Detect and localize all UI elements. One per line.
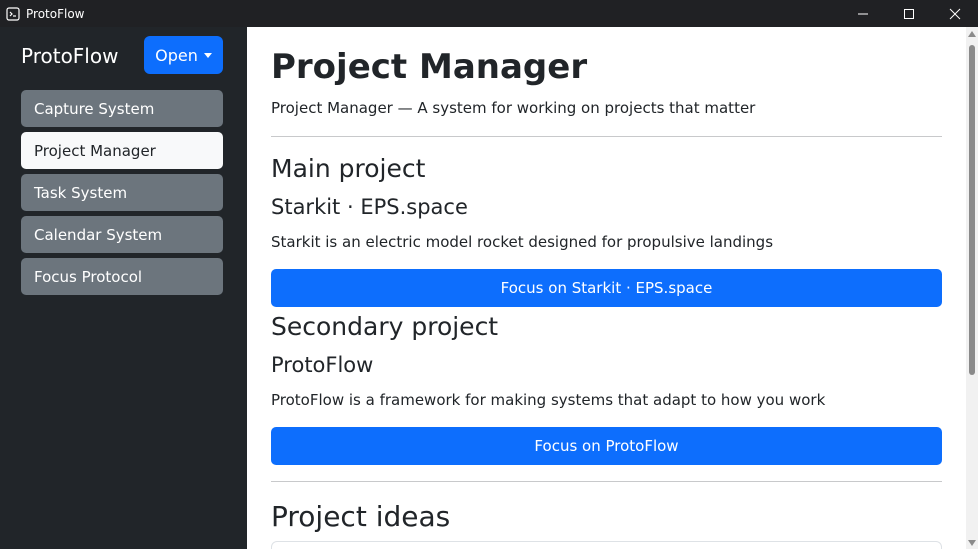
brand-title: ProtoFlow: [21, 44, 119, 68]
focus-secondary-project-label: Focus on ProtoFlow: [534, 437, 679, 455]
project-ideas-card: [271, 541, 942, 549]
sidebar: ProtoFlow Open Capture System Project Ma…: [0, 27, 247, 549]
app-icon: [6, 6, 20, 21]
secondary-project-heading: Secondary project: [271, 312, 499, 341]
scroll-down-icon[interactable]: [968, 540, 976, 546]
scrollbar-thumb[interactable]: [969, 45, 975, 375]
sidebar-item-label: Calendar System: [34, 225, 163, 244]
open-dropdown-button[interactable]: Open: [144, 36, 223, 74]
window-controls: [840, 0, 978, 27]
main-project-name: Starkit · EPS.space: [271, 195, 468, 219]
page-title: Project Manager: [271, 47, 588, 87]
sidebar-item-project-manager[interactable]: Project Manager: [21, 132, 223, 169]
sidebar-item-focus-protocol[interactable]: Focus Protocol: [21, 258, 223, 295]
main-project-description: Starkit is an electric model rocket desi…: [271, 233, 774, 251]
scroll-up-icon[interactable]: [968, 31, 976, 37]
sidebar-item-capture-system[interactable]: Capture System: [21, 90, 223, 127]
minimize-button[interactable]: [840, 0, 886, 27]
focus-main-project-button[interactable]: Focus on Starkit · EPS.space: [271, 269, 942, 307]
divider: [271, 481, 942, 482]
main-project-heading: Main project: [271, 154, 426, 183]
sidebar-nav: Capture System Project Manager Task Syst…: [21, 90, 223, 300]
focus-secondary-project-button[interactable]: Focus on ProtoFlow: [271, 427, 942, 465]
secondary-project-description: ProtoFlow is a framework for making syst…: [271, 391, 826, 409]
vertical-scrollbar[interactable]: [966, 27, 978, 549]
maximize-icon: [904, 8, 914, 19]
close-button[interactable]: [932, 0, 978, 27]
sidebar-item-label: Capture System: [34, 99, 155, 118]
sidebar-item-label: Task System: [34, 183, 128, 202]
divider: [271, 136, 942, 137]
open-button-label: Open: [155, 45, 198, 65]
window-title: ProtoFlow: [26, 6, 85, 21]
page-lead: Project Manager — A system for working o…: [271, 99, 756, 117]
secondary-project-name: ProtoFlow: [271, 353, 374, 377]
window-titlebar: ProtoFlow: [0, 0, 978, 27]
sidebar-item-task-system[interactable]: Task System: [21, 174, 223, 211]
sidebar-item-label: Project Manager: [34, 141, 156, 160]
caret-down-icon: [203, 52, 212, 58]
close-icon: [949, 8, 961, 19]
project-ideas-heading: Project ideas: [271, 500, 451, 533]
minimize-icon: [858, 13, 868, 14]
sidebar-item-label: Focus Protocol: [34, 267, 143, 286]
focus-main-project-label: Focus on Starkit · EPS.space: [500, 279, 713, 297]
sidebar-item-calendar-system[interactable]: Calendar System: [21, 216, 223, 253]
maximize-button[interactable]: [886, 0, 932, 27]
main-content: Project Manager Project Manager — A syst…: [247, 27, 966, 549]
